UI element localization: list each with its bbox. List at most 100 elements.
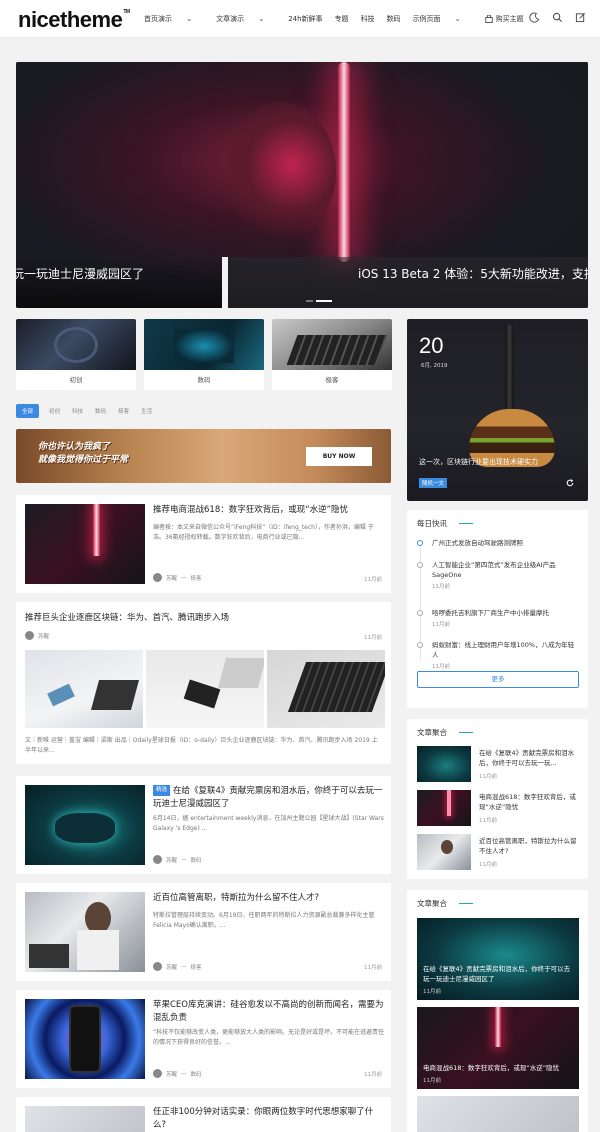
post-card-gallery[interactable]: 推荐巨头企业逐鹿区块链：华为、首汽、腾讯跑步入场 苏醒 11月前 文｜新唯 运营… [16, 602, 391, 764]
nav-item-articles[interactable]: 文章演示 ⌄ [216, 14, 276, 24]
post-thumbnail[interactable] [25, 1106, 145, 1132]
flash-item[interactable]: 哈啰委托吉利旗下厂商生产中小排量摩托 11月前 [417, 608, 579, 628]
flash-item[interactable]: 人工智能企业“第四范式”发布企业级AI产品SageOne 11月前 [417, 560, 579, 590]
post-title[interactable]: 苹果CEO库克演讲：硅谷愈发以不高尚的创新而闻名，需要为混乱负责 [153, 999, 385, 1025]
refresh-icon[interactable] [566, 479, 574, 487]
author-name[interactable]: 苏醒 [166, 963, 177, 971]
nav-item-tech[interactable]: 科技 [361, 14, 375, 24]
gallery-image-1[interactable] [25, 650, 143, 728]
hero-caption-right[interactable]: iOS 13 Beta 2 体验：5大新功能改进，支持 [358, 265, 588, 282]
post-time: 11月前 [364, 1072, 382, 1078]
aggregate-item[interactable]: 电商混战618：数字狂欢背后，或现“水逆”隐忧 11月前 [417, 790, 579, 826]
timeline-dot-icon [417, 610, 423, 616]
main-nav: 首页演示 ⌄ 文章演示 ⌄ 24h新鲜事 专题 科技 数码 示例页面 ⌄ 购买主… [144, 14, 548, 24]
banner-buy-button[interactable]: BUY NOW [306, 447, 372, 466]
feature-month: 6月, 2019 [421, 363, 448, 369]
post-excerpt: 文｜新唯 运营｜盖渲 编辑｜梁斯 出品｜Odaily星球日报（ID：o-dail… [25, 737, 378, 754]
hero-caption-left[interactable]: 玩一玩迪士尼漫威园区了 [16, 265, 144, 282]
post-category[interactable]: 极客 [191, 574, 202, 582]
more-button[interactable]: 更多 [417, 671, 579, 688]
post-thumbnail[interactable] [25, 999, 145, 1079]
post-card[interactable]: 任正非100分钟对话实录：你眼两位数字时代思想家聊了什么? [16, 1097, 391, 1132]
author-name[interactable]: 苏醒 [166, 574, 177, 582]
post-card[interactable]: 近百位高管离职，特斯拉为什么留不住人才? 特斯拉管理层持续变动。6月19日，任职… [16, 883, 391, 981]
logo[interactable]: nicethemeTM [18, 7, 130, 33]
post-meta: 苏醒 [25, 631, 49, 640]
post-thumbnail[interactable] [25, 504, 145, 584]
site-header: nicethemeTM 首页演示 ⌄ 文章演示 ⌄ 24h新鲜事 专题 科技 数… [0, 0, 600, 38]
filter-tab-startup[interactable]: 初创 [49, 407, 60, 415]
post-meta: 苏醒 — 极客 [153, 573, 202, 582]
gallery-image-2[interactable] [146, 650, 264, 728]
feature-title[interactable]: 这一次，区块链行业要出现技术硬实力 [419, 457, 587, 468]
post-title[interactable]: 推荐电商混战618：数字狂欢背后，或现“水逆”隐忧 [153, 504, 385, 517]
filter-tab-digital[interactable]: 数码 [95, 407, 106, 415]
post-excerpt: 6月14日，据 entertainment weekly消息，在加州主题公园【星… [153, 815, 384, 832]
category-card-geek[interactable]: 极客 [272, 319, 392, 390]
nav-item-examples[interactable]: 示例页面 ⌄ [413, 14, 473, 24]
ad-banner[interactable]: 你也许认为我疯了 就像我觉得你过于平常 BUY NOW [16, 429, 391, 483]
post-title[interactable]: 精选 在给《复联4》贡献完票房和泪水后，你终于可以去玩一玩迪士尼漫威园区了 [153, 785, 385, 811]
post-excerpt: 编者按：本文来自微信公众号“iFeng科技”（ID：ifeng_tech），作者… [153, 524, 374, 541]
author-name[interactable]: 苏醒 [166, 856, 177, 864]
aggregate-feature[interactable] [417, 1096, 579, 1132]
post-title[interactable]: 任正非100分钟对话实录：你眼两位数字时代思想家聊了什么? [153, 1106, 385, 1132]
post-title[interactable]: 推荐巨头企业逐鹿区块链：华为、首汽、腾讯跑步入场 [25, 611, 380, 623]
chevron-down-icon: ⌄ [186, 15, 193, 23]
post-time: 11月前 [364, 965, 382, 971]
nav-item-24h[interactable]: 24h新鲜事 [288, 14, 322, 24]
post-title[interactable]: 近百位高管离职，特斯拉为什么留不住人才? [153, 892, 385, 905]
post-card[interactable]: 精选 在给《复联4》贡献完票房和泪水后，你终于可以去玩一玩迪士尼漫威园区了 6月1… [16, 776, 391, 874]
widget-title-line [459, 732, 473, 733]
search-icon[interactable] [552, 12, 563, 23]
nav-item-home[interactable]: 首页演示 ⌄ [144, 14, 204, 24]
post-thumbnail[interactable] [25, 892, 145, 972]
moon-icon[interactable] [529, 12, 540, 23]
aggregate-feature[interactable]: 电商混战618：数字狂欢背后，或现“水逆”隐忧 11月前 [417, 1007, 579, 1089]
chevron-down-icon: ⌄ [258, 15, 265, 23]
flash-item[interactable]: 蚂蚁财富：线上理财用户年增100%，八成为年轻人 11月前 [417, 640, 579, 670]
flash-item[interactable]: 广州正式发放自动驾驶路测牌照 [417, 538, 579, 548]
article-aggregate-widget: 文章聚合 在给《复联4》贡献完票房和泪水后，你终于可以去玩一玩... 11月前 电… [407, 719, 588, 879]
category-card-startup[interactable]: 初创 [16, 319, 136, 390]
widget-title: 文章聚合 [417, 728, 447, 737]
timeline-dot-icon [417, 540, 423, 546]
banner-line-2: 就像我觉得你过于平常 [38, 455, 129, 465]
hero-slider[interactable]: 玩一玩迪士尼漫威园区了 iOS 13 Beta 2 体验：5大新功能改进，支持 [16, 62, 588, 308]
avatar[interactable] [25, 631, 34, 640]
avatar[interactable] [153, 573, 162, 582]
category-card-digital[interactable]: 数码 [144, 319, 264, 390]
gallery-image-3[interactable] [267, 650, 385, 728]
post-category[interactable]: 数码 [191, 856, 202, 864]
avatar[interactable] [153, 962, 162, 971]
filter-tab-life[interactable]: 生活 [141, 407, 152, 415]
filter-tabs: 全部 初创 科技 数码 极客 生活 [16, 404, 164, 418]
post-card[interactable]: 推荐电商混战618：数字狂欢背后，或现“水逆”隐忧 编者按：本文来自微信公众号“… [16, 495, 391, 593]
aggregate-feature[interactable]: 在给《复联4》贡献完票房和泪水后，你终于可以去玩一玩迪士尼漫威园区了 11月前 [417, 918, 579, 1000]
avatar[interactable] [153, 1069, 162, 1078]
author-name[interactable]: 苏醒 [166, 1070, 177, 1078]
filter-tab-all[interactable]: 全部 [16, 404, 40, 418]
author-name[interactable]: 苏醒 [38, 632, 49, 640]
nav-item-digital[interactable]: 数码 [387, 14, 401, 24]
feature-day: 20 [419, 333, 444, 358]
aggregate-item[interactable]: 近百位高管离职，特斯拉为什么留不住人才? 11月前 [417, 834, 579, 870]
post-card[interactable]: 苹果CEO库克演讲：硅谷愈发以不高尚的创新而闻名，需要为混乱负责 “科技不仅能够… [16, 990, 391, 1088]
nav-item-topics[interactable]: 专题 [335, 14, 349, 24]
filter-tab-geek[interactable]: 极客 [118, 407, 129, 415]
post-meta: 苏醒 — 数码 [153, 1069, 202, 1078]
random-badge[interactable]: 随机一文 [419, 478, 448, 488]
aggregate-item[interactable]: 在给《复联4》贡献完票房和泪水后，你终于可以去玩一玩... 11月前 [417, 746, 579, 782]
filter-tab-tech[interactable]: 科技 [72, 407, 83, 415]
side-feature-card[interactable]: 20 6月, 2019 这一次，区块链行业要出现技术硬实力 随机一文 [407, 319, 588, 501]
post-category[interactable]: 极客 [191, 963, 202, 971]
post-category[interactable]: 数码 [191, 1070, 202, 1078]
featured-tag[interactable]: 精选 [153, 785, 171, 796]
avatar[interactable] [153, 855, 162, 864]
edit-icon[interactable] [575, 12, 586, 23]
post-time: 11月前 [364, 577, 382, 583]
slider-dots[interactable] [306, 300, 332, 302]
article-aggregate-widget: 文章聚合 在给《复联4》贡献完票房和泪水后，你终于可以去玩一玩迪士尼漫威园区了 1… [407, 890, 588, 1132]
post-meta: 苏醒 — 数码 [153, 855, 202, 864]
post-thumbnail[interactable] [25, 785, 145, 865]
